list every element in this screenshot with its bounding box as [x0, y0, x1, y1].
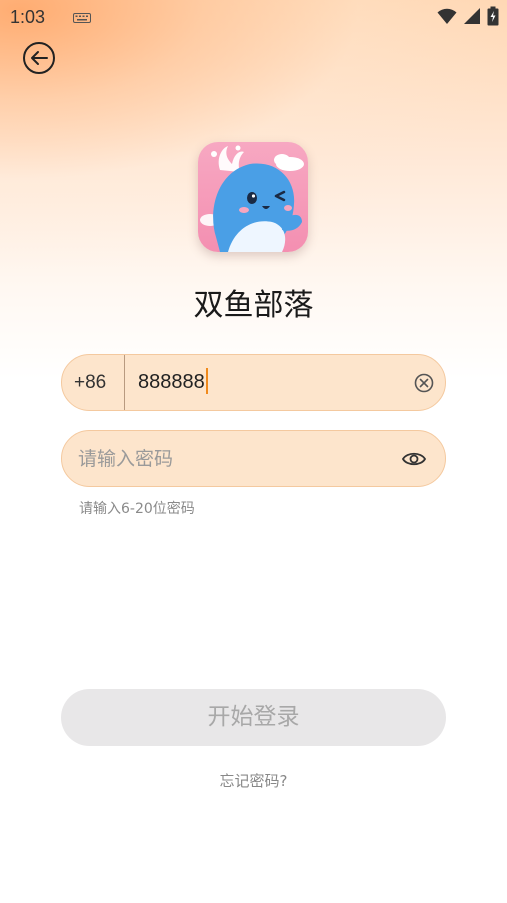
eye-icon [401, 452, 427, 466]
clear-icon [414, 373, 434, 393]
arrow-left-icon [23, 42, 55, 74]
phone-input[interactable]: 888888 [138, 355, 208, 410]
phone-field[interactable]: +86 888888 [61, 354, 446, 411]
battery-icon [487, 6, 499, 30]
text-cursor [205, 368, 208, 395]
password-hint: 请输入6-20位密码 [79, 501, 195, 517]
back-button[interactable] [22, 41, 56, 75]
status-bar: 1:03 [0, 0, 507, 34]
clear-input-button[interactable] [413, 372, 435, 394]
password-input[interactable] [78, 431, 378, 486]
password-field[interactable] [61, 430, 446, 487]
status-time: 1:03 [10, 6, 46, 27]
country-code-selector[interactable]: +86 [74, 355, 106, 410]
app-logo [198, 142, 308, 252]
forgot-password-link[interactable]: 忘记密码? [0, 770, 507, 791]
keyboard-icon [59, 8, 92, 27]
wifi-icon [437, 7, 457, 29]
country-code-divider [124, 355, 125, 410]
login-button[interactable]: 开始登录 [61, 689, 446, 746]
phone-input-value: 888888 [138, 371, 205, 393]
toggle-password-visibility-button[interactable] [401, 448, 427, 470]
cellular-signal-icon [463, 7, 481, 29]
app-title: 双鱼部落 [193, 288, 314, 323]
